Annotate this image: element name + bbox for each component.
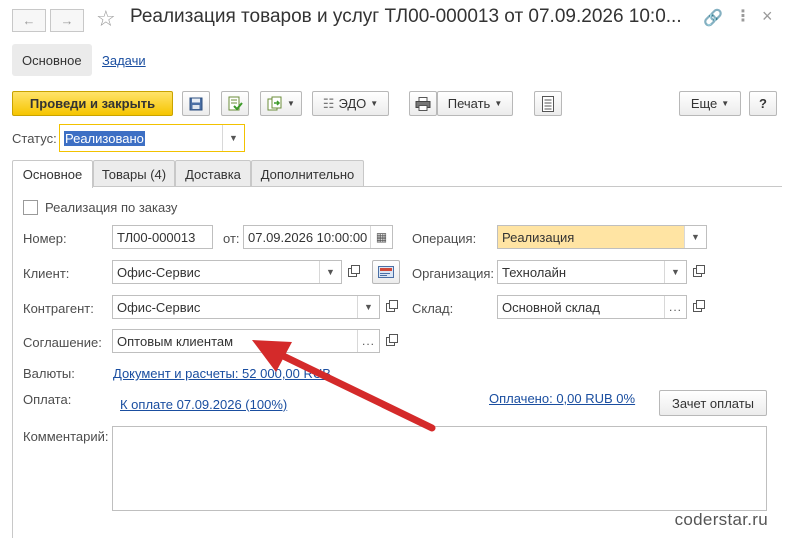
tab-main[interactable]: Основное <box>12 160 93 188</box>
watermark-text: coderstar.ru <box>674 510 768 529</box>
annotation-arrow <box>252 340 436 432</box>
